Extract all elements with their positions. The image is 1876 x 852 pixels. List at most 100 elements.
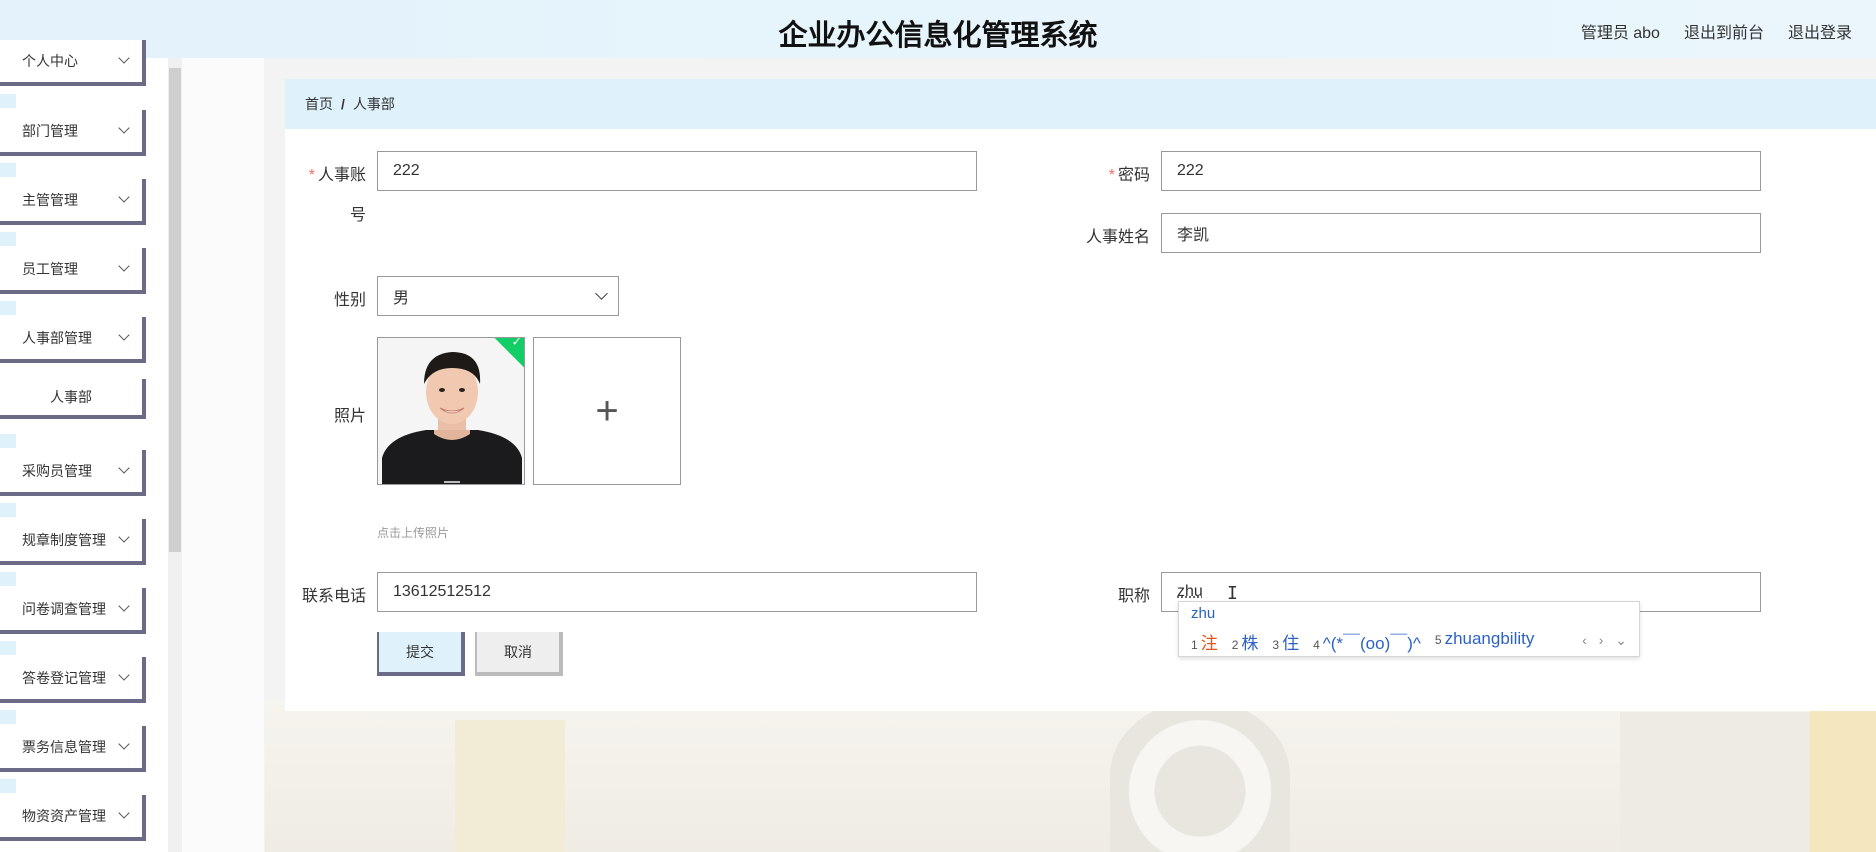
password-input[interactable]: 222 (1161, 151, 1761, 191)
content-gutter (182, 58, 264, 852)
chevron-down-icon (118, 122, 130, 134)
breadcrumb-current: 人事部 (352, 96, 395, 112)
menu-marker (0, 710, 16, 724)
account-label-text: 人事账 (317, 167, 366, 184)
sidebar-item-ticket-info[interactable]: 票务信息管理 (0, 726, 146, 772)
sidebar-item-label: 规章制度管理 (22, 532, 106, 548)
sidebar-item-label: 员工管理 (22, 261, 78, 277)
sidebar-item-assets[interactable]: 物资资产管理 (0, 795, 146, 841)
ime-candidate-text: zhuangbility (1444, 629, 1535, 648)
submit-button[interactable]: 提交 (377, 632, 465, 676)
menu-marker (0, 94, 16, 108)
sidebar-item-label: 采购员管理 (22, 463, 92, 479)
exit-to-front-link[interactable]: 退出到前台 (1684, 19, 1764, 43)
menu-marker (0, 232, 16, 246)
sidebar-item-label: 物资资产管理 (22, 808, 106, 824)
account-input[interactable]: 222 (377, 151, 977, 191)
chevron-down-icon (118, 260, 130, 272)
menu-marker (0, 301, 16, 315)
name-label: 人事姓名 (1085, 229, 1150, 246)
sidebar-item-purchaser[interactable]: 采购员管理 (0, 450, 146, 496)
ime-candidate-text: ^(*￣(oo)￣)^ (1322, 634, 1421, 653)
chevron-down-icon (118, 738, 130, 750)
background-decoration (1110, 700, 1290, 852)
sidebar-subitem-hr[interactable]: 人事部 (0, 379, 146, 419)
sidebar-item-regulations[interactable]: 规章制度管理 (0, 519, 146, 565)
check-icon: ✓ (511, 337, 522, 349)
uploaded-photo[interactable]: ✓ (377, 337, 525, 485)
gender-label: 性别 (333, 292, 366, 309)
sidebar-item-label: 部门管理 (22, 123, 78, 139)
ime-candidate[interactable]: 5 zhuangbility (1435, 629, 1534, 654)
name-input[interactable]: 李凯 (1161, 213, 1761, 253)
ime-candidate-text: 住 (1282, 634, 1300, 653)
logout-link[interactable]: 退出登录 (1788, 19, 1852, 43)
sidebar-item-department[interactable]: 部门管理 (0, 110, 146, 156)
password-label: * 密码 (1080, 161, 1150, 185)
sidebar-item-employee[interactable]: 员工管理 (0, 248, 146, 294)
menu-marker (0, 779, 16, 793)
upload-photo-button[interactable]: + (533, 337, 681, 485)
ime-page-nav-icon[interactable]: ‹ › ⌄ (1582, 632, 1631, 649)
ime-composition: zhu (1191, 605, 1216, 622)
required-mark: * (1108, 167, 1115, 184)
account-label-wrap: 号 (349, 207, 366, 224)
sidebar-item-personal-center[interactable]: 个人中心 (0, 40, 146, 86)
phone-label: 联系电话 (301, 588, 366, 605)
sidebar-item-answer-register[interactable]: 答卷登记管理 (0, 657, 146, 703)
job-title-input-value: zhu (1177, 583, 1203, 600)
ime-candidate[interactable]: 2株 (1232, 629, 1259, 654)
top-header: 企业办公信息化管理系统 管理员 abo 退出到前台 退出登录 (0, 0, 1876, 58)
sidebar-item-survey[interactable]: 问卷调查管理 (0, 588, 146, 634)
header-actions: 管理员 abo 退出到前台 退出登录 (1581, 19, 1852, 43)
sidebar-item-label: 票务信息管理 (22, 739, 106, 755)
breadcrumb: 首页 / 人事部 (285, 79, 1876, 129)
menu-marker (0, 503, 16, 517)
ime-candidate-number: 4 (1313, 638, 1320, 652)
sidebar-item-label: 个人中心 (22, 53, 78, 69)
menu-marker (0, 434, 16, 448)
plus-icon: + (595, 388, 619, 433)
ime-candidate[interactable]: 4 ^(*￣(oo)￣)^ (1313, 629, 1421, 654)
background-decoration (1810, 710, 1876, 852)
sidebar-item-label: 人事部管理 (22, 330, 92, 346)
ime-candidate[interactable]: 1注 (1191, 629, 1218, 654)
password-label-text: 密码 (1117, 167, 1150, 184)
chevron-down-icon (118, 52, 130, 64)
ime-candidate-number: 1 (1191, 638, 1198, 652)
sidebar-scrollbar-thumb[interactable] (169, 68, 181, 552)
breadcrumb-home[interactable]: 首页 (305, 94, 333, 114)
gender-select[interactable]: 男 (377, 276, 619, 316)
sidebar-item-label: 答卷登记管理 (22, 670, 106, 686)
ime-candidate[interactable]: 3住 (1272, 629, 1299, 654)
ime-candidate-number: 5 (1434, 633, 1442, 647)
menu-marker (0, 163, 16, 177)
chevron-down-icon (118, 807, 130, 819)
chevron-down-icon (595, 287, 608, 300)
account-label: * 人事账 (300, 161, 366, 185)
ime-candidate-number: 3 (1272, 638, 1280, 652)
chevron-down-icon (118, 600, 130, 612)
gender-select-value: 男 (393, 290, 410, 307)
chevron-up-icon (118, 329, 130, 341)
ime-candidate-window: zhu 1注 2株 3住 4 ^(*￣(oo)￣)^ 5 zhuangbility … (1178, 601, 1640, 657)
ime-candidate-text: 注 (1200, 634, 1218, 653)
menu-marker (0, 641, 16, 655)
sidebar-item-label: 主管管理 (22, 192, 78, 208)
photo-label: 照片 (333, 408, 366, 425)
required-mark: * (308, 167, 315, 184)
chevron-down-icon (118, 531, 130, 543)
cancel-button[interactable]: 取消 (475, 632, 563, 676)
chevron-down-icon (118, 462, 130, 474)
menu-marker (0, 572, 16, 586)
phone-input[interactable]: 13612512512 (377, 572, 977, 612)
chevron-down-icon (118, 669, 130, 681)
sidebar-item-hr-management[interactable]: 人事部管理 (0, 317, 146, 363)
sidebar-item-label: 问卷调查管理 (22, 601, 106, 617)
sidebar-item-supervisor[interactable]: 主管管理 (0, 179, 146, 225)
portrait-photo (378, 338, 524, 484)
job-title-label: 职称 (1117, 588, 1150, 605)
background-decoration (455, 720, 565, 852)
ime-candidate-number: 2 (1231, 638, 1239, 652)
breadcrumb-separator: / (341, 96, 345, 112)
